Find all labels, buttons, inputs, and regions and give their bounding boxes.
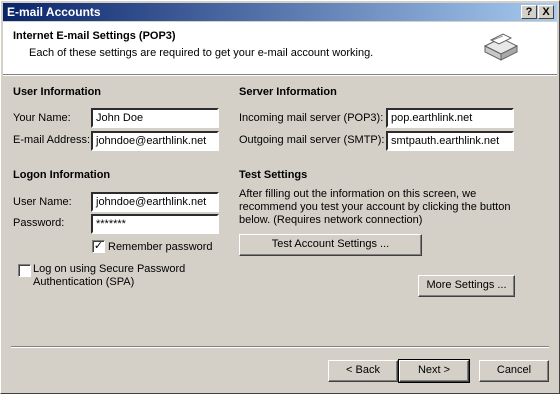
user-name-field[interactable]: johndoe@earthlink.net (91, 192, 219, 212)
user-name-label: User Name: (13, 196, 72, 208)
back-button[interactable]: < Back (328, 360, 398, 382)
server-info-heading: Server Information (239, 86, 337, 98)
spa-label-line1: Log on using Secure Password (33, 263, 186, 275)
your-name-label: Your Name: (13, 112, 71, 124)
mailbox-envelope-icon (483, 33, 519, 61)
remember-password-label: Remember password (108, 241, 213, 253)
spa-checkbox[interactable] (18, 264, 31, 277)
outgoing-server-label: Outgoing mail server (SMTP): (239, 134, 385, 146)
user-info-heading: User Information (13, 86, 102, 98)
header-subtitle: Each of these settings are required to g… (29, 47, 374, 59)
incoming-server-field[interactable]: pop.earthlink.net (386, 108, 514, 128)
header-panel: Internet E-mail Settings (POP3) Each of … (3, 22, 557, 74)
email-address-field[interactable]: johndoe@earthlink.net (91, 131, 219, 151)
incoming-server-label: Incoming mail server (POP3): (239, 112, 384, 124)
test-settings-line3: below. (Requires network connection) (239, 214, 423, 226)
header-title: Internet E-mail Settings (POP3) (13, 30, 176, 42)
window-title: E-mail Accounts (7, 5, 101, 19)
password-field[interactable]: ******* (91, 214, 219, 234)
test-account-settings-button[interactable]: Test Account Settings ... (239, 234, 422, 256)
title-bar[interactable]: E-mail Accounts ? X (3, 3, 557, 21)
close-button[interactable]: X (538, 5, 554, 19)
footer-separator (11, 346, 549, 348)
your-name-field[interactable]: John Doe (91, 108, 219, 128)
next-button[interactable]: Next > (398, 359, 470, 383)
password-label: Password: (13, 217, 65, 229)
spa-label-line2: Authentication (SPA) (33, 276, 135, 288)
logon-info-heading: Logon Information (13, 169, 111, 181)
outgoing-server-field[interactable]: smtpauth.earthlink.net (386, 131, 514, 151)
test-settings-heading: Test Settings (239, 169, 308, 181)
remember-password-checkbox[interactable]: ✓ (92, 240, 105, 253)
test-settings-line1: After filling out the information on thi… (239, 188, 477, 200)
more-settings-button[interactable]: More Settings ... (418, 275, 515, 297)
header-separator (3, 74, 557, 76)
cancel-button[interactable]: Cancel (479, 360, 549, 382)
test-settings-line2: recommend you test your account by click… (239, 201, 511, 213)
email-address-label: E-mail Address: (13, 134, 91, 146)
help-button[interactable]: ? (521, 5, 537, 19)
email-accounts-dialog: E-mail Accounts ? X Internet E-mail Sett… (0, 0, 560, 394)
